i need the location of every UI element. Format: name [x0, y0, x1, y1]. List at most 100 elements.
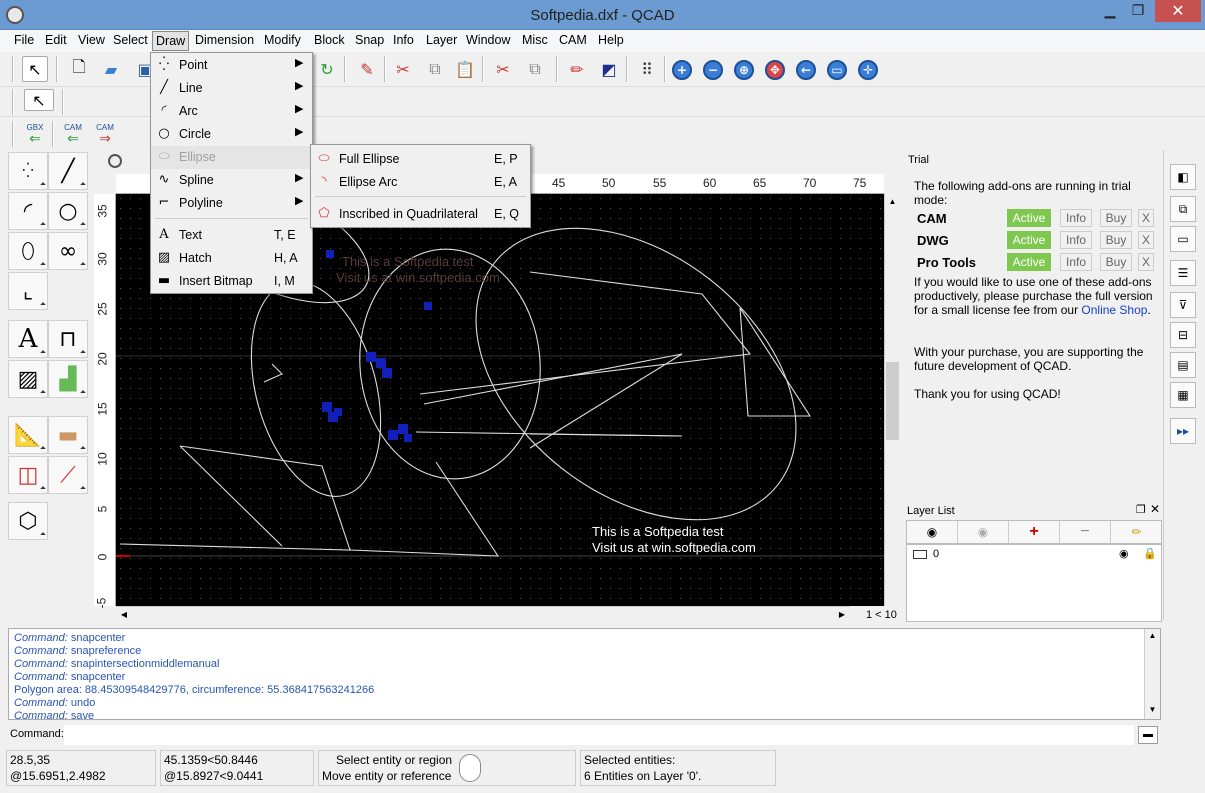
cut-icon[interactable]: ✂ — [390, 56, 416, 82]
menu-cam[interactable]: CAM — [557, 33, 589, 47]
polyline-tool-icon[interactable]: ⌞ — [8, 272, 48, 310]
draw-menu-hatch[interactable]: ▨ Hatch H, A — [151, 247, 312, 270]
addon-buy-button[interactable]: Buy — [1100, 253, 1132, 271]
open-file-icon[interactable]: ▰ — [98, 56, 124, 82]
drawing-preferences-icon[interactable]: ◩ — [596, 56, 622, 82]
gbx-export-icon[interactable]: GBX ⇐ — [22, 123, 48, 147]
command-line-icon[interactable]: ▦ — [1170, 382, 1196, 408]
library-browser-icon[interactable]: ▭ — [1170, 226, 1196, 252]
new-file-icon[interactable]: 🗋 — [66, 56, 92, 82]
paste-icon[interactable]: 📋 — [452, 56, 478, 82]
addon-info-button[interactable]: Info — [1060, 253, 1092, 271]
menu-info[interactable]: Info — [391, 33, 416, 47]
menu-snap[interactable]: Snap — [353, 33, 386, 47]
3d-block-tool-icon[interactable]: ⬡ — [8, 502, 48, 540]
show-all-layers-icon[interactable]: ◉ — [907, 521, 958, 543]
hide-all-layers-icon[interactable]: ◉ — [958, 521, 1009, 543]
scroll-right-icon[interactable]: ▶ — [834, 607, 850, 622]
zoom-window-icon[interactable]: ▭ — [827, 60, 847, 80]
image-tool-icon[interactable]: ▟ — [48, 360, 88, 398]
draw-menu-circle[interactable]: ○ Circle ▶ — [151, 123, 312, 146]
menu-block[interactable]: Block — [312, 33, 347, 47]
add-layer-icon[interactable]: + — [1009, 521, 1060, 543]
draw-menu-point[interactable]: ⁛ Point ▶ — [151, 54, 312, 77]
ellipse-inscribed[interactable]: ⬠ Inscribed in Quadrilateral E, Q — [311, 203, 530, 226]
zoom-selection-icon[interactable]: ✛ — [858, 60, 878, 80]
copy-icon[interactable]: ⧉ — [422, 56, 448, 82]
scroll-left-icon[interactable]: ◀ — [116, 607, 132, 622]
menu-help[interactable]: Help — [596, 33, 626, 47]
panel-close-icon[interactable]: ✕ — [1150, 502, 1160, 516]
cam-config-icon[interactable]: CAM ⇒ — [92, 123, 118, 147]
line-tool-icon[interactable]: ╱ — [48, 152, 88, 190]
undock-icon[interactable]: ❐ — [1136, 503, 1146, 516]
pen-icon[interactable]: ✏ — [564, 56, 590, 82]
copy-reference-icon[interactable]: ⧉ — [522, 56, 548, 82]
addon-remove-button[interactable]: X — [1138, 253, 1154, 271]
drawing-tab-icon[interactable] — [108, 154, 122, 168]
horizontal-scrollbar[interactable]: ◀ ▶ — [116, 606, 850, 622]
ellipse-arc[interactable]: ◝ Ellipse Arc E, A — [311, 171, 530, 194]
zoom-previous-icon[interactable]: ← — [796, 60, 816, 80]
ellipse-full[interactable]: ⬭ Full Ellipse E, P — [311, 148, 530, 171]
select-entity-icon[interactable]: ↖ — [24, 89, 54, 111]
history-scrollbar[interactable]: ▲ ▼ — [1144, 629, 1160, 719]
more-panels-icon[interactable]: ▸▸ — [1170, 418, 1196, 444]
selection-filter-icon[interactable]: ⊽ — [1170, 292, 1196, 318]
menu-edit[interactable]: Edit — [43, 33, 69, 47]
edit-layer-icon[interactable]: ✏ — [1111, 521, 1162, 543]
draw-menu-arc[interactable]: ◜ Arc ▶ — [151, 100, 312, 123]
arc-tool-icon[interactable]: ◜ — [8, 192, 48, 230]
pointer-icon[interactable]: ↖ — [22, 56, 48, 82]
view-list-icon[interactable]: ⊟ — [1170, 322, 1196, 348]
menu-modify[interactable]: Modify — [262, 33, 303, 47]
scroll-up-icon[interactable]: ▲ — [1145, 631, 1160, 640]
text-tool-icon[interactable]: A — [8, 320, 48, 358]
zoom-pan-icon[interactable]: ✥ — [765, 60, 785, 80]
close-button[interactable]: ✕ — [1155, 0, 1201, 22]
draw-menu-line[interactable]: ╱ Line ▶ — [151, 77, 312, 100]
addon-remove-button[interactable]: X — [1138, 209, 1154, 227]
property-editor-icon[interactable]: ◧ — [1170, 164, 1196, 190]
zoom-auto-icon[interactable]: ⊕ — [734, 60, 754, 80]
eraser-icon[interactable]: ✎ — [354, 56, 380, 82]
grid-icon[interactable]: ⠿ — [634, 56, 660, 82]
modify-tool-icon[interactable]: ◫ — [8, 456, 48, 494]
addon-buy-button[interactable]: Buy — [1100, 209, 1132, 227]
draw-menu-text[interactable]: A Text T, E — [151, 224, 312, 247]
menu-draw[interactable]: Draw — [152, 31, 190, 51]
cam-export-icon[interactable]: CAM ⇐ — [60, 123, 86, 147]
hatch-tool-icon[interactable]: ▨ — [8, 360, 48, 398]
cut-reference-icon[interactable]: ✂ — [490, 56, 516, 82]
addon-buy-button[interactable]: Buy — [1100, 231, 1132, 249]
point-tool-icon[interactable]: ⁛ — [8, 152, 48, 190]
zoom-in-icon[interactable]: + — [672, 60, 692, 80]
command-toggle-icon[interactable]: ▬ — [1138, 726, 1158, 744]
select-tool-icon[interactable]: ⟋ — [48, 456, 88, 494]
addon-remove-button[interactable]: X — [1138, 231, 1154, 249]
ruler-tool-icon[interactable]: ▬ — [48, 416, 88, 454]
layer-visible-icon[interactable]: ◉ — [1119, 547, 1129, 560]
vertical-scrollbar[interactable]: ▲ — [884, 194, 900, 606]
redo-icon[interactable]: ↻ — [314, 56, 340, 82]
addon-info-button[interactable]: Info — [1060, 231, 1092, 249]
dimension-tool-icon[interactable]: ⊓ — [48, 320, 88, 358]
measure-tool-icon[interactable]: 📐 — [8, 416, 48, 454]
addon-info-button[interactable]: Info — [1060, 209, 1092, 227]
draw-menu-ellipse[interactable]: ⬭ Ellipse — [151, 146, 312, 169]
menu-window[interactable]: Window — [464, 33, 512, 47]
menu-dimension[interactable]: Dimension — [193, 33, 256, 47]
layer-row[interactable]: 0 ◉ 🔒 — [909, 547, 1159, 563]
menu-select[interactable]: Select — [111, 33, 150, 47]
ellipse-tool-icon[interactable]: ⬯ — [8, 232, 48, 270]
clipboard-icon[interactable]: ▤ — [1170, 352, 1196, 378]
minimize-button[interactable]: ▁ — [1096, 0, 1124, 22]
online-shop-link[interactable]: Online Shop — [1081, 303, 1147, 317]
vertical-scroll-thumb[interactable] — [886, 362, 899, 440]
scroll-down-icon[interactable]: ▼ — [1145, 705, 1160, 714]
draw-menu-polyline[interactable]: ⌐ Polyline ▶ — [151, 192, 312, 215]
draw-menu-spline[interactable]: ∿ Spline ▶ — [151, 169, 312, 192]
menu-file[interactable]: File — [12, 33, 36, 47]
circle-tool-icon[interactable]: ○ — [48, 192, 88, 230]
block-list-icon[interactable]: ⧉ — [1170, 196, 1196, 222]
